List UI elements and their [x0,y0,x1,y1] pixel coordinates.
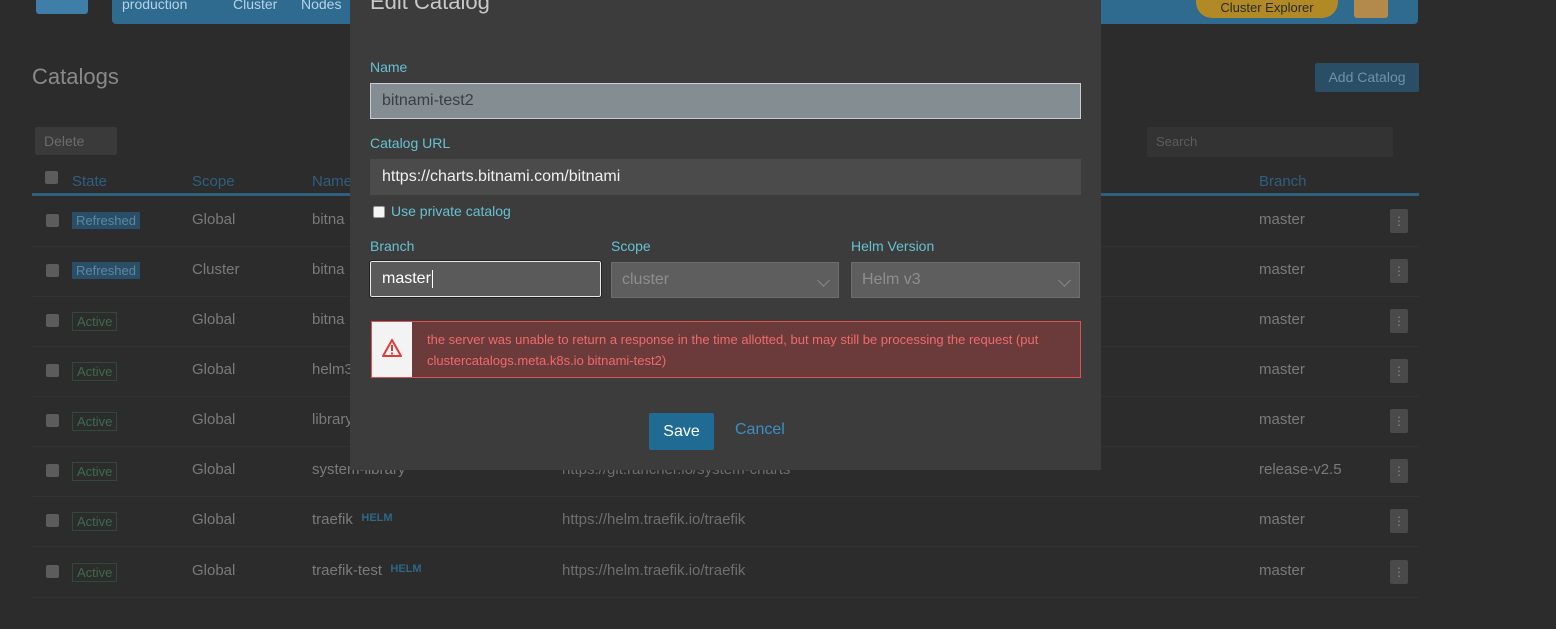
row-scope: Cluster [192,261,240,278]
row-branch: master [1259,261,1305,278]
helm-version-select[interactable]: Helm v3 [851,262,1080,298]
table-row[interactable]: Active Global traefik HELM https://helm.trae… [32,497,1419,547]
row-branch: release-v2.5 [1259,461,1342,478]
row-scope: Global [192,511,236,528]
branch-label: Branch [370,238,415,254]
nav-nodes[interactable]: Nodes [301,0,341,12]
branch-input[interactable]: master [369,260,602,298]
kebab-menu-icon[interactable]: ⋮ [1390,459,1408,483]
column-name[interactable]: Name [312,173,352,190]
save-button[interactable]: Save [649,413,714,450]
scope-label: Scope [611,238,651,254]
avatar[interactable] [1354,0,1388,18]
status-badge: Refreshed [72,262,140,279]
row-checkbox[interactable] [46,565,59,578]
catalog-url-input[interactable]: https://charts.bitnami.com/bitnami [370,159,1081,195]
error-icon-box [372,322,412,377]
row-checkbox[interactable] [46,414,59,427]
row-url: https://helm.traefik.io/traefik [562,562,746,579]
row-scope: Global [192,562,236,579]
kebab-menu-icon[interactable]: ⋮ [1390,209,1408,233]
name-label: Name [370,59,408,75]
cluster-explorer-button[interactable]: Cluster Explorer [1196,0,1338,18]
helm-icon: HELM [390,563,422,575]
branch-value: master [382,270,431,287]
row-checkbox[interactable] [46,464,59,477]
chevron-down-icon [1058,274,1071,287]
helm-version-label: Helm Version [851,238,935,254]
helm-version-value: Helm v3 [862,271,921,288]
row-checkbox[interactable] [46,314,59,327]
modal-title: Edit Catalog [370,0,490,14]
row-url: https://helm.traefik.io/traefik [562,511,746,528]
error-message: the server was unable to return a respon… [427,332,1039,368]
row-branch: master [1259,511,1305,528]
error-banner: the server was unable to return a respon… [371,321,1081,378]
column-scope[interactable]: Scope [192,173,235,190]
name-input[interactable]: bitnami-test2 [370,83,1081,119]
row-name[interactable]: bitna [312,211,345,228]
kebab-menu-icon[interactable]: ⋮ [1390,560,1408,584]
warning-icon [382,339,402,357]
kebab-menu-icon[interactable]: ⋮ [1390,359,1408,383]
helm-icon: HELM [361,512,393,524]
row-scope: Global [192,211,236,228]
status-badge: Active [72,312,118,331]
chevron-down-icon [817,274,830,287]
add-catalog-button[interactable]: Add Catalog [1315,63,1419,92]
row-branch: master [1259,562,1305,579]
row-checkbox[interactable] [46,214,59,227]
row-branch: master [1259,311,1305,328]
column-state[interactable]: State [72,173,107,190]
catalog-url-label: Catalog URL [370,135,451,151]
search-input[interactable]: Search [1147,127,1393,157]
table-row[interactable]: Active Global traefik-test HELM https://helm… [32,548,1419,598]
row-branch: master [1259,211,1305,228]
row-branch: master [1259,411,1305,428]
row-name[interactable]: library [312,411,353,428]
nav-cluster-selector[interactable]: production [122,0,187,12]
kebab-menu-icon[interactable]: ⋮ [1390,259,1408,283]
cancel-button[interactable]: Cancel [735,421,785,439]
scope-value: cluster [622,271,670,288]
select-all-checkbox[interactable] [45,171,58,184]
status-badge: Active [72,512,118,531]
row-checkbox[interactable] [46,264,59,277]
kebab-menu-icon[interactable]: ⋮ [1390,509,1408,533]
status-badge: Active [72,362,118,381]
kebab-menu-icon[interactable]: ⋮ [1390,409,1408,433]
row-name[interactable]: traefik-test [312,562,382,579]
status-badge: Active [72,412,118,431]
rancher-logo [36,0,88,14]
private-catalog-label[interactable]: Use private catalog [391,203,511,219]
status-badge: Refreshed [72,212,140,229]
row-scope: Global [192,411,236,428]
status-badge: Active [72,563,118,582]
status-badge: Active [72,462,118,481]
row-name[interactable]: helm3 [312,361,353,378]
delete-button[interactable]: Delete [35,127,117,155]
scope-select[interactable]: cluster [611,262,839,298]
row-checkbox[interactable] [46,514,59,527]
row-branch: master [1259,361,1305,378]
row-scope: Global [192,461,236,478]
column-branch[interactable]: Branch [1259,173,1307,190]
edit-catalog-modal: Edit Catalog Name bitnami-test2 Catalog … [350,0,1101,470]
row-checkbox[interactable] [46,364,59,377]
private-catalog-checkbox[interactable] [373,206,385,218]
row-name[interactable]: traefik [312,511,353,528]
row-name[interactable]: bitna [312,311,345,328]
row-scope: Global [192,361,236,378]
nav-cluster[interactable]: Cluster [233,0,277,12]
kebab-menu-icon[interactable]: ⋮ [1390,309,1408,333]
text-caret [431,269,433,288]
row-scope: Global [192,311,236,328]
page-title: Catalogs [32,64,119,89]
row-name[interactable]: bitna [312,261,345,278]
